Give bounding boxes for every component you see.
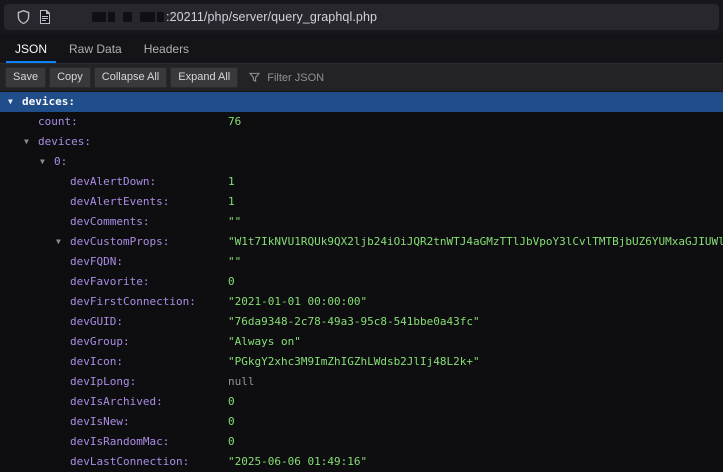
tree-row-devFirstConnection[interactable]: devFirstConnection: "2021-01-01 00:00:00": [0, 292, 723, 312]
property-name: devices:: [38, 135, 91, 148]
tree-row-count[interactable]: count: 76: [0, 112, 723, 132]
filter-json-input[interactable]: [265, 71, 419, 85]
redacted-host-blocks: [92, 12, 164, 22]
property-value: "": [228, 212, 241, 232]
property-value: "W1t7IkNVU1RQUk9QX2ljb24iOiJQR2tnWTJ4aGM…: [228, 232, 723, 252]
property-name: devAlertEvents:: [70, 195, 169, 208]
row-indent: [0, 302, 56, 303]
property-name: count:: [38, 115, 78, 128]
row-indent: [0, 202, 56, 203]
tree-row-devAlertDown[interactable]: devAlertDown: 1: [0, 172, 723, 192]
shield-icon[interactable]: [12, 6, 34, 28]
row-indent: [0, 142, 24, 143]
property-value: "76da9348-2c78-49a3-95c8-541bbe0a43fc": [228, 312, 480, 332]
row-indent: [0, 342, 56, 343]
tree-row-devIpLong[interactable]: devIpLong: null: [0, 372, 723, 392]
property-value: "PGkgY2xhc3M9ImZhIGZhLWdsb2JlIj48L2k+": [228, 352, 480, 372]
expand-all-button[interactable]: Expand All: [170, 67, 238, 87]
property-name: devFirstConnection:: [70, 295, 196, 308]
property-value: 1: [228, 172, 235, 192]
property-value: "2025-06-06 01:49:16": [228, 452, 367, 472]
page-icon[interactable]: [34, 6, 56, 28]
property-value: 0: [228, 272, 235, 292]
expand-arrow-icon[interactable]: ▼: [8, 92, 22, 112]
property-name: devFQDN:: [70, 255, 123, 268]
row-indent: [0, 422, 56, 423]
tree-row-devLastConnection[interactable]: devLastConnection: "2025-06-06 01:49:16": [0, 452, 723, 472]
row-indent: [0, 282, 56, 283]
tree-row-0[interactable]: ▼0:: [0, 152, 723, 172]
browser-toolbar: :20211/php/server/query_graphql.php: [0, 0, 723, 34]
row-indent: [0, 322, 56, 323]
property-name: devFavorite:: [70, 275, 149, 288]
property-name: devAlertDown:: [70, 175, 156, 188]
tree-row-devComments[interactable]: devComments: "": [0, 212, 723, 232]
property-name: 0:: [54, 155, 67, 168]
property-value: 76: [228, 112, 241, 132]
property-value: null: [228, 372, 255, 392]
copy-button[interactable]: Copy: [49, 67, 91, 87]
property-value: 0: [228, 432, 235, 452]
save-button[interactable]: Save: [5, 67, 46, 87]
json-tree: ▼devices:count:76▼devices:▼0:devAlertDow…: [0, 92, 723, 472]
viewer-tabs: JSONRaw DataHeaders: [0, 34, 723, 64]
tab-headers[interactable]: Headers: [133, 34, 200, 63]
property-name: devLastConnection:: [70, 455, 189, 468]
url-bar[interactable]: :20211/php/server/query_graphql.php: [4, 4, 719, 30]
property-name: devCustomProps:: [70, 235, 169, 248]
property-name: devGroup:: [70, 335, 130, 348]
row-indent: [0, 262, 56, 263]
property-name: devIsArchived:: [70, 395, 163, 408]
tree-row-devGroup[interactable]: devGroup: "Always on": [0, 332, 723, 352]
property-name: devGUID:: [70, 315, 123, 328]
expand-arrow-icon[interactable]: ▼: [40, 152, 54, 172]
expand-arrow-icon[interactable]: ▼: [56, 232, 70, 252]
row-indent: [0, 122, 24, 123]
property-value: "2021-01-01 00:00:00": [228, 292, 367, 312]
tree-row-devCustomProps[interactable]: ▼devCustomProps: "W1t7IkNVU1RQUk9QX2ljb24…: [0, 232, 723, 252]
row-indent: [0, 242, 56, 243]
tree-row-devFavorite[interactable]: devFavorite: 0: [0, 272, 723, 292]
tree-row-devIsNew[interactable]: devIsNew: 0: [0, 412, 723, 432]
property-value: "": [228, 252, 241, 272]
tree-row-devIsRandomMac[interactable]: devIsRandomMac: 0: [0, 432, 723, 452]
property-name: devComments:: [70, 215, 149, 228]
url-text: :20211/php/server/query_graphql.php: [166, 10, 377, 24]
row-indent: [0, 102, 8, 103]
property-name: devices:: [22, 95, 75, 108]
property-name: devIsNew:: [70, 415, 130, 428]
tree-row-devices[interactable]: ▼devices:: [0, 92, 723, 112]
row-indent: [0, 162, 40, 163]
row-indent: [0, 442, 56, 443]
tree-row-devices[interactable]: ▼devices:: [0, 132, 723, 152]
tree-row-devIcon[interactable]: devIcon: "PGkgY2xhc3M9ImZhIGZhLWdsb2JlIj4…: [0, 352, 723, 372]
row-indent: [0, 362, 56, 363]
property-name: devIpLong:: [70, 375, 136, 388]
row-indent: [0, 222, 56, 223]
tree-row-devAlertEvents[interactable]: devAlertEvents: 1: [0, 192, 723, 212]
json-toolbar: Save Copy Collapse All Expand All: [0, 64, 723, 92]
tree-row-devFQDN[interactable]: devFQDN: "": [0, 252, 723, 272]
property-value: "Always on": [228, 332, 301, 352]
collapse-all-button[interactable]: Collapse All: [94, 67, 167, 87]
tree-row-devIsArchived[interactable]: devIsArchived: 0: [0, 392, 723, 412]
row-indent: [0, 182, 56, 183]
property-value: 0: [228, 412, 235, 432]
filter-icon: [249, 72, 260, 83]
property-value: 1: [228, 192, 235, 212]
property-name: devIcon:: [70, 355, 123, 368]
row-indent: [0, 402, 56, 403]
row-indent: [0, 382, 56, 383]
property-value: 0: [228, 392, 235, 412]
property-name: devIsRandomMac:: [70, 435, 169, 448]
expand-arrow-icon[interactable]: ▼: [24, 132, 38, 152]
tab-raw-data[interactable]: Raw Data: [58, 34, 133, 63]
tree-row-devGUID[interactable]: devGUID: "76da9348-2c78-49a3-95c8-541bbe0…: [0, 312, 723, 332]
filter-json-container: [249, 71, 419, 85]
row-indent: [0, 462, 56, 463]
tab-json[interactable]: JSON: [4, 34, 58, 63]
